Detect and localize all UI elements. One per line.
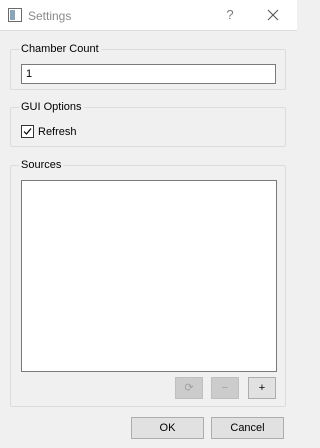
refresh-checkbox[interactable] (21, 125, 34, 138)
sources-list[interactable] (21, 180, 277, 372)
close-icon (267, 9, 279, 21)
app-window-icon (8, 8, 22, 22)
remove-source-button[interactable]: − (211, 377, 239, 399)
cancel-button[interactable]: Cancel (211, 417, 284, 439)
refresh-icon: ⟳ (184, 382, 194, 394)
help-button[interactable]: ? (221, 4, 239, 26)
sources-group-title: Sources (19, 159, 64, 172)
chamber-count-group: Chamber Count (10, 43, 286, 90)
gui-options-group-title: GUI Options (19, 101, 84, 114)
window-title: Settings (28, 9, 72, 23)
ok-button[interactable]: OK (131, 417, 204, 439)
close-button[interactable] (262, 4, 284, 26)
refresh-sources-button[interactable]: ⟳ (175, 377, 203, 399)
chamber-count-group-title: Chamber Count (19, 43, 101, 56)
add-source-button[interactable]: + (248, 377, 276, 399)
checkmark-icon (23, 128, 32, 135)
refresh-checkbox-label: Refresh (38, 126, 77, 138)
chamber-count-input[interactable] (21, 64, 276, 84)
sources-group: Sources ⟳ − + (10, 159, 286, 407)
minus-icon: − (221, 382, 229, 394)
gui-options-group: GUI Options Refresh (10, 101, 286, 147)
plus-icon: + (258, 382, 266, 394)
title-bar: Settings ? (0, 0, 297, 31)
